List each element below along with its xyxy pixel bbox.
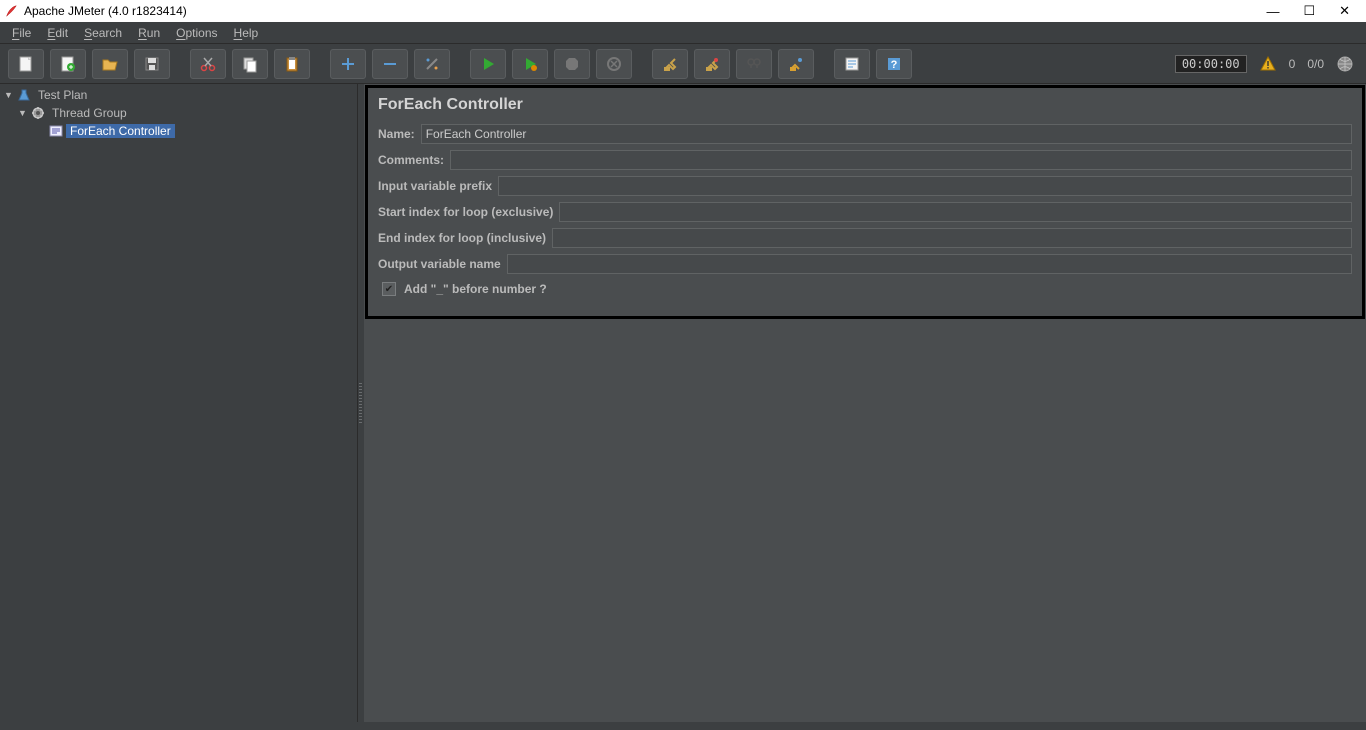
elapsed-time: 00:00:00: [1175, 55, 1247, 73]
main-area: ▼ Test Plan ▼ Thread Group ForEach Contr…: [0, 84, 1366, 722]
close-button[interactable]: ✕: [1335, 1, 1354, 21]
window-titlebar: Apache JMeter (4.0 r1823414) — ☐ ✕: [0, 0, 1366, 22]
output-var-label: Output variable name: [378, 257, 507, 271]
open-button[interactable]: [92, 49, 128, 79]
copy-button[interactable]: [232, 49, 268, 79]
app-feather-icon: [4, 4, 18, 18]
toggle-button[interactable]: [414, 49, 450, 79]
warning-count: 0: [1289, 57, 1296, 71]
window-title: Apache JMeter (4.0 r1823414): [24, 4, 187, 18]
add-underscore-label: Add "_" before number ?: [404, 282, 553, 296]
globe-icon[interactable]: [1336, 55, 1354, 73]
end-index-label: End index for loop (inclusive): [378, 231, 552, 245]
maximize-button[interactable]: ☐: [1299, 1, 1319, 21]
stop-button[interactable]: [554, 49, 590, 79]
paste-button[interactable]: [274, 49, 310, 79]
name-label: Name:: [378, 127, 421, 141]
gear-icon: [30, 105, 46, 121]
split-gripper[interactable]: [358, 84, 364, 722]
new-button[interactable]: [8, 49, 44, 79]
toolbar: ? 00:00:00 0 0/0: [0, 44, 1366, 84]
editor-panel: ForEach Controller Name: Comments: Input…: [364, 84, 1366, 722]
menu-options[interactable]: Options: [168, 24, 225, 42]
menubar: File Edit Search Run Options Help: [0, 22, 1366, 44]
chevron-down-icon[interactable]: ▼: [4, 90, 14, 100]
start-button[interactable]: [470, 49, 506, 79]
svg-text:?: ?: [891, 59, 898, 71]
comments-input[interactable]: [450, 150, 1352, 170]
function-helper-button[interactable]: [834, 49, 870, 79]
warning-icon[interactable]: [1259, 55, 1277, 73]
statusbar: [0, 722, 1366, 730]
chevron-down-icon[interactable]: ▼: [18, 108, 28, 118]
collapse-button[interactable]: [372, 49, 408, 79]
end-index-input[interactable]: [552, 228, 1352, 248]
menu-run[interactable]: Run: [130, 24, 168, 42]
search-button[interactable]: [736, 49, 772, 79]
save-button[interactable]: [134, 49, 170, 79]
flask-icon: [16, 87, 32, 103]
menu-search[interactable]: Search: [76, 24, 130, 42]
start-index-input[interactable]: [559, 202, 1352, 222]
add-underscore-checkbox[interactable]: ✔: [382, 282, 396, 296]
reset-search-button[interactable]: [778, 49, 814, 79]
clear-all-button[interactable]: [694, 49, 730, 79]
panel-title: ForEach Controller: [378, 96, 1352, 114]
cut-button[interactable]: [190, 49, 226, 79]
tree-test-plan[interactable]: ▼ Test Plan: [0, 86, 357, 104]
start-no-pause-button[interactable]: [512, 49, 548, 79]
name-input[interactable]: [421, 124, 1352, 144]
tree-label: Test Plan: [34, 88, 91, 102]
menu-help[interactable]: Help: [226, 24, 267, 42]
menu-edit[interactable]: Edit: [39, 24, 76, 42]
help-button[interactable]: ?: [876, 49, 912, 79]
tree-label: Thread Group: [48, 106, 131, 120]
tree-thread-group[interactable]: ▼ Thread Group: [0, 104, 357, 122]
menu-file[interactable]: File: [4, 24, 39, 42]
tree-panel: ▼ Test Plan ▼ Thread Group ForEach Contr…: [0, 84, 358, 722]
start-index-label: Start index for loop (exclusive): [378, 205, 559, 219]
templates-button[interactable]: [50, 49, 86, 79]
tree-foreach-controller[interactable]: ForEach Controller: [0, 122, 357, 140]
input-prefix-label: Input variable prefix: [378, 179, 498, 193]
comments-label: Comments:: [378, 153, 450, 167]
controller-icon: [48, 123, 64, 139]
thread-count: 0/0: [1307, 57, 1324, 71]
expand-button[interactable]: [330, 49, 366, 79]
input-prefix-input[interactable]: [498, 176, 1352, 196]
clear-button[interactable]: [652, 49, 688, 79]
minimize-button[interactable]: —: [1262, 2, 1283, 21]
output-var-input[interactable]: [507, 254, 1352, 274]
tree-label: ForEach Controller: [66, 124, 175, 138]
shutdown-button[interactable]: [596, 49, 632, 79]
